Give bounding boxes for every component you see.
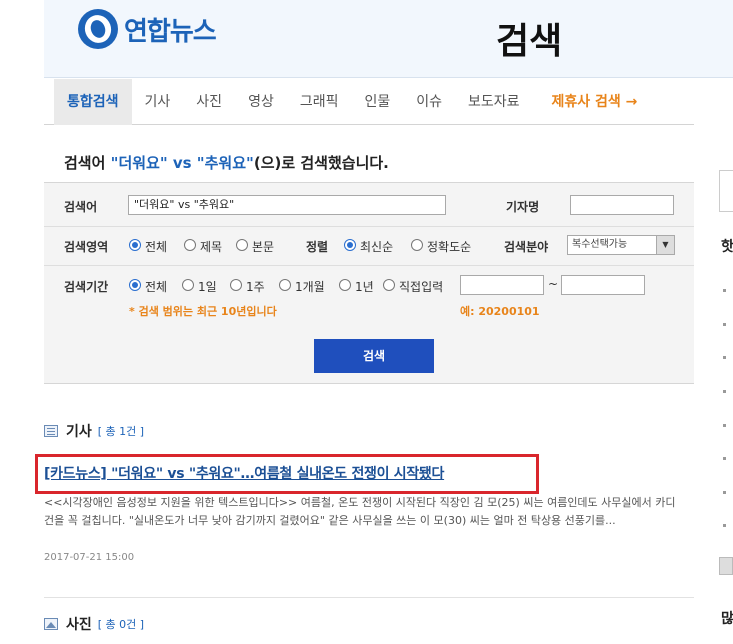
summary-prefix: 검색어 xyxy=(64,154,111,172)
list-icon xyxy=(44,425,58,437)
articles-count: [ 총 1건 ] xyxy=(97,425,145,438)
period-radio-1day[interactable] xyxy=(182,279,194,291)
end-date-input[interactable] xyxy=(561,275,645,295)
tab-videos[interactable]: 영상 xyxy=(235,79,287,125)
field-label: 검색분야 xyxy=(504,240,549,254)
article-description: <<시각장애인 음성정보 지원을 위한 텍스트입니다>> 여름철, 온도 전쟁이… xyxy=(44,496,676,527)
search-button[interactable]: 검색 xyxy=(314,339,434,373)
sidebar-bullet xyxy=(723,356,726,359)
sidebar-bullet xyxy=(723,524,726,527)
articles-section-title: 기사 xyxy=(66,424,92,440)
date-separator: ~ xyxy=(548,277,559,291)
article-date: 2017-07-21 15:00 xyxy=(44,552,135,563)
period-option-1year: 1년 xyxy=(355,280,374,294)
sidebar-bullet xyxy=(723,424,726,427)
search-form: 검색어 "더워요" vs "추워요" 기자명 검색영역 전체 제목 본문 정렬 … xyxy=(44,182,694,384)
tab-photos[interactable]: 사진 xyxy=(183,79,235,125)
sidebar-search-box[interactable] xyxy=(719,170,733,212)
site-header: 연합뉴스 검색 xyxy=(44,0,733,78)
sort-radio-latest[interactable] xyxy=(344,239,356,251)
area-option-title: 제목 xyxy=(200,240,223,254)
reporter-input[interactable] xyxy=(570,195,674,215)
area-option-all: 전체 xyxy=(145,240,168,254)
field-select-value: 복수선택가능 xyxy=(572,239,628,250)
sort-radio-accuracy[interactable] xyxy=(411,239,423,251)
field-select[interactable]: 복수선택가능 ▼ xyxy=(567,235,675,255)
tab-press-releases[interactable]: 보도자료 xyxy=(455,79,533,125)
reporter-label: 기자명 xyxy=(506,200,540,214)
range-note: * 검색 범위는 최근 10년입니다 xyxy=(129,305,277,318)
search-page: 연합뉴스 검색 통합검색 기사 사진 영상 그래픽 인물 이슈 보도자료 제휴사… xyxy=(0,0,733,644)
logo-text: 연합뉴스 xyxy=(124,16,217,47)
period-option-1week: 1주 xyxy=(246,280,265,294)
area-label: 검색영역 xyxy=(64,240,109,254)
sort-option-latest: 최신순 xyxy=(360,240,394,254)
period-radio-1week[interactable] xyxy=(230,279,242,291)
start-date-input[interactable] xyxy=(460,275,544,295)
summary-suffix: (으)로 검색했습니다. xyxy=(253,154,389,172)
area-option-body: 본문 xyxy=(252,240,275,254)
sort-option-accuracy: 정확도순 xyxy=(427,240,472,254)
tab-integrated[interactable]: 통합검색 xyxy=(54,78,132,125)
form-divider xyxy=(44,226,694,227)
photo-icon xyxy=(44,618,58,630)
period-option-1day: 1일 xyxy=(198,280,217,294)
sidebar-bullet xyxy=(723,289,726,292)
tab-issues[interactable]: 이슈 xyxy=(403,79,455,125)
keyword-input[interactable]: "더워요" vs "추워요" xyxy=(128,195,446,215)
summary-query: "더워요" vs "추워요" xyxy=(110,154,254,172)
area-radio-body[interactable] xyxy=(236,239,248,251)
sidebar-bullet xyxy=(723,457,726,460)
photos-section-title: 사진 xyxy=(66,617,92,633)
section-divider xyxy=(44,597,694,598)
area-radio-title[interactable] xyxy=(184,239,196,251)
keyword-label: 검색어 xyxy=(64,200,98,214)
period-label: 검색기간 xyxy=(64,280,109,294)
photos-section-header: 사진 [ 총 0건 ] xyxy=(44,614,144,634)
sidebar-heading-most: 많 xyxy=(721,611,733,627)
area-radio-all[interactable] xyxy=(129,239,141,251)
sidebar-bullet xyxy=(723,390,726,393)
sidebar-bullet xyxy=(723,491,726,494)
form-divider xyxy=(44,265,694,266)
photos-count: [ 총 0건 ] xyxy=(97,618,145,631)
yonhap-logo-icon xyxy=(78,9,118,49)
articles-section-header: 기사 [ 총 1건 ] xyxy=(44,421,144,441)
date-example: 예: 20200101 xyxy=(460,305,540,318)
period-radio-1year[interactable] xyxy=(339,279,351,291)
search-tabs: 통합검색 기사 사진 영상 그래픽 인물 이슈 보도자료 제휴사 검색 → xyxy=(44,78,694,125)
period-option-all: 전체 xyxy=(145,280,168,294)
tab-partner-search[interactable]: 제휴사 검색 → xyxy=(539,79,651,125)
yonhap-logo[interactable]: 연합뉴스 xyxy=(78,8,217,50)
list-icon[interactable] xyxy=(719,557,733,575)
period-radio-1month[interactable] xyxy=(279,279,291,291)
page-title: 검색 xyxy=(496,21,563,62)
tab-articles[interactable]: 기사 xyxy=(132,79,184,125)
period-option-custom: 직접입력 xyxy=(399,280,444,294)
tab-graphics[interactable]: 그래픽 xyxy=(287,79,352,125)
tab-people[interactable]: 인물 xyxy=(351,79,403,125)
period-radio-custom[interactable] xyxy=(383,279,395,291)
article-title-link[interactable]: [카드뉴스] "더워요" vs "추워요"…여름철 실내온도 전쟁이 시작됐다 xyxy=(44,463,444,483)
sidebar-bullet xyxy=(723,323,726,326)
sort-label: 정렬 xyxy=(306,240,329,254)
sidebar-heading-hot: 핫 xyxy=(721,239,733,255)
search-summary: 검색어 "더워요" vs "추워요"(으)로 검색했습니다. xyxy=(64,152,389,173)
period-option-1month: 1개월 xyxy=(295,280,325,294)
period-radio-all[interactable] xyxy=(129,279,141,291)
chevron-down-icon: ▼ xyxy=(656,236,674,254)
